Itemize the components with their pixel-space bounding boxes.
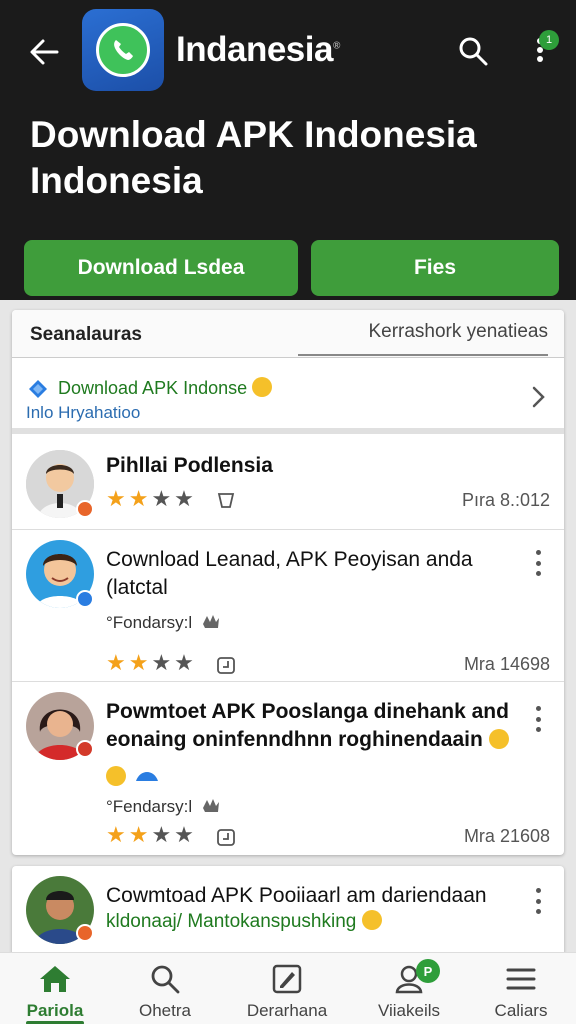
item-meta: Mra 14698 xyxy=(463,654,550,674)
item-subtitle: °Fendarsy:l xyxy=(106,796,221,817)
nav-item-profile[interactable]: P Viiakeils xyxy=(354,953,464,1024)
promo-banner[interactable]: Download APK Indonse Inlo Hryahatioo xyxy=(12,362,564,434)
results-card: Seanalauras Kerrashork yenatieas Downloa… xyxy=(12,310,564,855)
phone-icon xyxy=(114,40,133,60)
tab-right[interactable]: Kerrashork yenatieas xyxy=(298,310,548,356)
nav-label: Pariola xyxy=(26,1001,84,1020)
grin-emoji-icon xyxy=(106,766,126,786)
app-logo xyxy=(82,9,164,91)
download-button[interactable]: Download Lsdea xyxy=(24,240,298,296)
item-more-button[interactable] xyxy=(532,888,544,914)
smile-emoji-icon xyxy=(488,729,509,749)
home-icon xyxy=(40,966,70,992)
smile-emoji-icon xyxy=(252,377,273,397)
files-button[interactable]: Fies xyxy=(311,240,559,296)
item-meta: Mra 21608 xyxy=(463,826,550,846)
hand-icon xyxy=(202,799,219,812)
tab-right-label: Kerrashork yenatieas xyxy=(368,321,548,342)
item-more-button[interactable] xyxy=(532,550,544,576)
nav-item-home[interactable]: Pariola xyxy=(0,953,110,1024)
item-subtitle: kldonaaj/ Mantokanspushking xyxy=(106,910,382,933)
nav-item-search[interactable]: Ohetra xyxy=(110,953,220,1024)
arrow-left-icon xyxy=(30,39,59,65)
back-button[interactable] xyxy=(22,30,66,74)
menu-icon xyxy=(506,968,536,990)
status-badge xyxy=(76,740,94,758)
promo-subtitle: Inlo Hryahatioo xyxy=(26,403,141,422)
star-rating: ★★★★ xyxy=(106,650,197,675)
search-icon xyxy=(459,37,488,66)
item-meta: Pıra 8.:012 xyxy=(461,490,550,510)
chevron-right-icon xyxy=(532,386,545,408)
nav-item-edit[interactable]: Derarhana xyxy=(232,953,342,1024)
page-title: Download APK Indonesia Indonesia xyxy=(30,114,477,201)
promo-title: Download APK Indonse xyxy=(58,377,273,399)
download-icon xyxy=(217,829,235,846)
edit-icon xyxy=(272,964,302,994)
item-title: Powmtoet APK Pooslanga dinehank and eona… xyxy=(106,700,509,751)
item-more-button[interactable] xyxy=(532,706,544,732)
item-title: Cownload Leanad, APK Peoyisan anda (latc… xyxy=(106,548,473,599)
status-badge xyxy=(76,590,94,608)
wave-icon xyxy=(136,772,159,781)
status-badge xyxy=(76,500,94,518)
reaction-icons xyxy=(106,766,160,788)
nav-item-menu[interactable]: Caliars xyxy=(466,953,576,1024)
download-icon xyxy=(217,657,235,674)
nav-badge: P xyxy=(416,959,440,983)
search-icon xyxy=(151,965,180,994)
star-rating: ★★★★ xyxy=(106,486,197,511)
app-header: Indanesia® 1 Download APK Indonesia Indo… xyxy=(0,0,576,300)
nav-label: Viiakeils xyxy=(377,1001,441,1020)
nav-label: Derarhana xyxy=(246,1001,328,1020)
item-title: Cowmtoad APK Pooiiaarl am dariendaan xyxy=(106,884,487,907)
item-subtitle: °Fondarsy:l xyxy=(106,612,221,633)
nav-label: Ohetra xyxy=(139,1001,191,1020)
list-item[interactable]: Cownload Leanad, APK Peoyisan anda (latc… xyxy=(12,530,564,682)
hand-icon xyxy=(202,615,219,628)
list-item[interactable]: Powmtoet APK Pooslanga dinehank and eona… xyxy=(12,682,564,855)
tab-left[interactable]: Seanalauras xyxy=(30,324,142,346)
smile-emoji-icon xyxy=(361,910,382,930)
list-item[interactable]: Cowmtoad APK Pooiiaarl am dariendaan kld… xyxy=(12,866,564,956)
app-name: Indanesia® xyxy=(176,30,340,69)
tab-bar: Seanalauras Kerrashork yenatieas xyxy=(12,310,564,358)
bottom-navigation: Pariola Ohetra Derarhana P Viiakeils Cal… xyxy=(0,952,576,1024)
diamond-icon xyxy=(29,380,47,398)
tag-icon xyxy=(217,493,235,508)
item-title: Pihllai Podlensia xyxy=(106,454,273,477)
list-item[interactable]: Pihllai Podlensia ★★★★ Pıra 8.:012 xyxy=(12,438,564,530)
nav-label: Caliars xyxy=(494,1001,548,1020)
star-rating: ★★★★ xyxy=(106,822,197,847)
search-button[interactable] xyxy=(452,30,494,72)
notification-badge: 1 xyxy=(539,30,559,50)
status-badge xyxy=(76,924,94,942)
